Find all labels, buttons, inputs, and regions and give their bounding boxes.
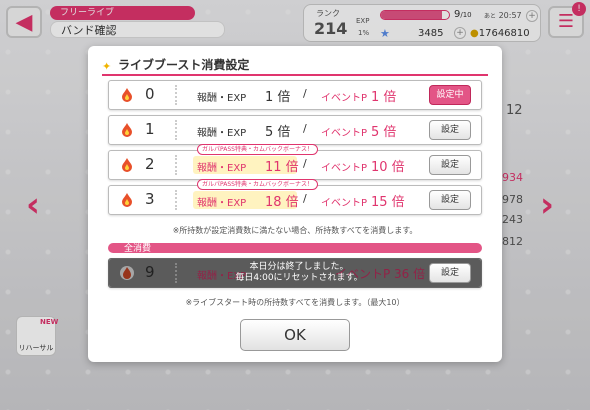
boost-settings-dialog: ✦ ライブブースト消費設定 0 報酬・EXP 1 倍 / イベントP 1 倍設定中 1 報酬・E… xyxy=(88,46,502,362)
reward-label: 報酬・EXP xyxy=(197,128,247,139)
fire-icon xyxy=(122,158,132,172)
exp-multiplier: 1 倍 xyxy=(265,90,291,105)
dialog-title: ✦ ライブブースト消費設定 xyxy=(102,56,488,76)
slash: / xyxy=(303,87,307,100)
boost-row-0: 0 報酬・EXP 1 倍 / イベントP 1 倍設定中 xyxy=(108,80,482,110)
exp-multiplier: 5 倍 xyxy=(265,125,291,140)
fire-icon xyxy=(122,193,132,207)
event-label: イベントP xyxy=(321,128,368,139)
event-label: イベントP xyxy=(321,198,368,209)
reward-label: 報酬・EXP xyxy=(197,198,247,209)
event-label: イベントP xyxy=(321,93,368,104)
set-button[interactable]: 設定 xyxy=(429,155,471,175)
exp-multiplier: 11 倍 xyxy=(265,160,299,175)
boost-row-1: 1 報酬・EXP 5 倍 / イベントP 5 倍設定 xyxy=(108,115,482,145)
event-label: イベントP xyxy=(321,163,368,174)
slash: / xyxy=(303,157,307,170)
set-button[interactable]: 設定 xyxy=(429,263,471,283)
exp-multiplier: 18 倍 xyxy=(265,195,299,210)
event-multiplier: 5 倍 xyxy=(371,125,397,140)
finished-message: 本日分は終了しました。 毎日4:00にリセットされます。 xyxy=(235,262,363,283)
note-all-consume: ※ライブスタート時の所持数すべてを消費します。（最大10） xyxy=(185,298,405,307)
divider xyxy=(175,155,177,175)
boost-count: 2 xyxy=(145,155,155,173)
slash: / xyxy=(303,122,307,135)
set-button[interactable]: 設定 xyxy=(429,120,471,140)
fire-icon xyxy=(122,88,132,102)
divider xyxy=(175,120,177,140)
boost-icon: ✦ xyxy=(102,60,112,73)
bonus-banner: ガルパPASS特典・カムバックボーナス！ xyxy=(197,144,318,155)
slash: / xyxy=(303,192,307,205)
boost-count: 1 xyxy=(145,120,155,138)
event-multiplier: 15 倍 xyxy=(371,195,405,210)
boost-row-3: 3 報酬・EXP 18 倍 / イベントP 15 倍 設定 ガルパPASS特典・カムバックボー… xyxy=(108,179,482,215)
ok-button[interactable]: OK xyxy=(240,319,350,351)
reward-label: 報酬・EXP xyxy=(197,163,247,174)
divider xyxy=(175,85,177,105)
divider xyxy=(175,190,177,210)
reward-label: 報酬・EXP xyxy=(197,93,247,104)
all-consume-label: 全消費 xyxy=(108,243,482,254)
fire-icon xyxy=(122,123,132,137)
boost-count: 0 xyxy=(145,85,155,103)
set-button[interactable]: 設定 xyxy=(429,190,471,210)
set-button[interactable]: 設定中 xyxy=(429,85,471,105)
bonus-banner: ガルパPASS特典・カムバックボーナス！ xyxy=(197,179,318,190)
boost-count: 3 xyxy=(145,190,155,208)
boost-row-2: 2 報酬・EXP 11 倍 / イベントP 10 倍 設定 ガルパPASS特典・カムバックボー… xyxy=(108,144,482,180)
event-multiplier: 10 倍 xyxy=(371,160,405,175)
event-multiplier: 1 倍 xyxy=(371,90,397,105)
boost-row-all: 9 報酬・EXP イベントP 36 倍 本日分は終了しました。 毎日4:00にリセ… xyxy=(108,258,482,288)
note-shortage: ※所持数が設定消費数に満たない場合、所持数すべてを消費します。 xyxy=(172,226,418,235)
